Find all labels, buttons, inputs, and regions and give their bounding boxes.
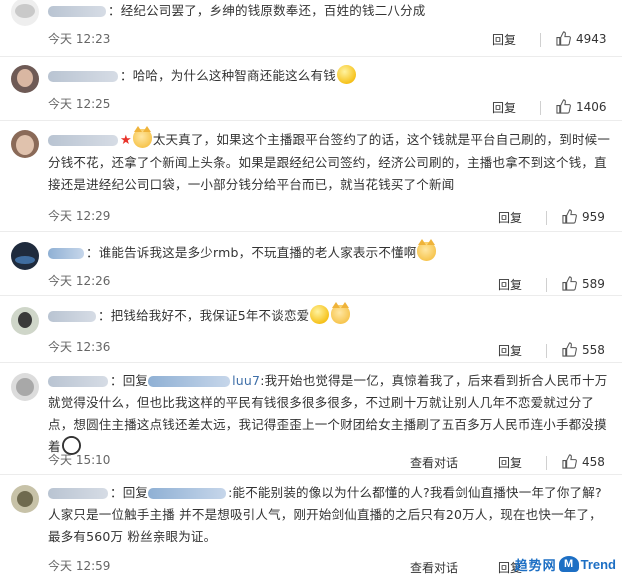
like-count: 458 xyxy=(582,454,605,469)
site-watermark: 趋势网 M Trend xyxy=(515,555,616,573)
like-button[interactable]: 458 xyxy=(562,454,605,469)
comment-time: 今天 12:23 xyxy=(48,32,111,46)
like-button[interactable]: 558 xyxy=(562,342,605,357)
view-conversation-button[interactable]: 查看对话 xyxy=(410,454,458,471)
comment-item: ：回复 luu7:我开始也觉得是一亿，真惊着我了，后来看到折合人民币十万就觉得没什… xyxy=(0,363,622,475)
username[interactable] xyxy=(48,248,84,259)
comment-item: ★ 太天真了，如果这个主播跟平台签约了的话，这个钱就是平台自己刷的，到时候一分钱不… xyxy=(0,121,622,232)
laughing-face-emoji xyxy=(310,305,330,324)
thumbs-up-icon xyxy=(562,454,577,469)
like-count: 4943 xyxy=(576,31,607,46)
comment-text: ：谁能告诉我这是多少rmb，不玩直播的老人家表示不懂啊 xyxy=(48,239,614,264)
comment-time: 今天 15:10 xyxy=(48,453,111,467)
divider xyxy=(540,33,541,47)
comment-item: ：把钱给我好不，我保证5年不谈恋爱 今天 12:36 回复 558 xyxy=(0,296,622,363)
divider xyxy=(546,278,547,292)
like-button[interactable]: 4943 xyxy=(556,31,607,46)
like-button[interactable]: 1406 xyxy=(556,99,607,114)
cat-face-emoji xyxy=(132,126,152,148)
avatar[interactable] xyxy=(11,0,39,26)
username[interactable] xyxy=(48,311,96,322)
divider xyxy=(540,101,541,115)
mention-link[interactable] xyxy=(148,485,228,500)
username[interactable] xyxy=(48,71,118,82)
comment-time: 今天 12:29 xyxy=(48,209,111,223)
username[interactable] xyxy=(48,135,118,146)
reply-button[interactable]: 回复 xyxy=(498,342,522,359)
cat-face-emoji xyxy=(331,302,351,324)
comment-text: ：哈哈，为什么这种智商还能这么有钱 xyxy=(48,65,614,87)
comment-time: 今天 12:36 xyxy=(48,340,111,354)
mentioned-username[interactable] xyxy=(148,488,227,499)
comment-time: 今天 12:25 xyxy=(48,97,111,111)
like-count: 1406 xyxy=(576,99,607,114)
reply-button[interactable]: 回复 xyxy=(498,276,522,293)
thumbs-up-icon xyxy=(562,342,577,357)
like-button[interactable]: 589 xyxy=(562,276,605,291)
like-button[interactable]: 959 xyxy=(562,209,605,224)
view-conversation-button[interactable]: 查看对话 xyxy=(410,559,458,576)
thumbs-up-icon xyxy=(562,209,577,224)
comment-text: ：回复:能不能别装的像以为什么都懂的人?我看剑仙直播快一年了你了解?人家只是一位… xyxy=(48,485,602,544)
avatar[interactable] xyxy=(11,373,39,401)
thumbs-up-icon xyxy=(556,99,571,114)
comment-time: 今天 12:59 xyxy=(48,559,111,573)
like-count: 558 xyxy=(582,342,605,357)
reply-button[interactable]: 回复 xyxy=(492,99,516,116)
mention-link[interactable]: luu7 xyxy=(148,373,260,388)
reply-button[interactable]: 回复 xyxy=(498,209,522,226)
avatar[interactable] xyxy=(11,65,39,93)
watermark-en: Trend xyxy=(580,556,616,572)
watermark-logo-icon: M xyxy=(558,556,579,572)
avatar[interactable] xyxy=(11,242,39,270)
comment-item: ：谁能告诉我这是多少rmb，不玩直播的老人家表示不懂啊 今天 12:26 回复 … xyxy=(0,232,622,296)
divider xyxy=(546,211,547,225)
divider xyxy=(546,344,547,358)
username[interactable] xyxy=(48,488,108,499)
comment-text: ：回复 luu7:我开始也觉得是一亿，真惊着我了，后来看到折合人民币十万就觉得没什… xyxy=(48,373,608,455)
comment-text: ：把钱给我好不，我保证5年不谈恋爱 xyxy=(48,302,614,327)
thumbs-up-icon xyxy=(562,276,577,291)
watermark-cn: 趋势网 xyxy=(514,557,557,573)
username[interactable] xyxy=(48,6,106,17)
like-count: 959 xyxy=(582,209,605,224)
thumbs-up-icon xyxy=(556,31,571,46)
divider xyxy=(546,456,547,470)
reply-button[interactable]: 回复 xyxy=(492,31,516,48)
avatar[interactable] xyxy=(11,130,39,158)
avatar[interactable] xyxy=(11,307,39,335)
comment-item: ：经纪公司罢了，乡绅的钱原数奉还，百姓的钱二八分成 今天 12:23 回复 49… xyxy=(0,0,622,57)
username[interactable] xyxy=(48,376,108,387)
cat-face-emoji xyxy=(417,239,437,261)
reply-button[interactable]: 回复 xyxy=(498,454,522,471)
comment-time: 今天 12:26 xyxy=(48,274,111,288)
laughing-face-emoji xyxy=(336,65,356,84)
comment-item: ：哈哈，为什么这种智商还能这么有钱 今天 12:25 回复 1406 xyxy=(0,57,622,121)
comment-text: ★ 太天真了，如果这个主播跟平台签约了的话，这个钱就是平台自己刷的，到时候一分钱不… xyxy=(48,126,614,196)
mentioned-username[interactable] xyxy=(148,376,231,387)
comment-text: ：经纪公司罢了，乡绅的钱原数奉还，百姓的钱二八分成 xyxy=(48,0,614,22)
like-count: 589 xyxy=(582,276,605,291)
red-star-icon: ★ xyxy=(120,133,132,148)
avatar[interactable] xyxy=(11,485,39,513)
